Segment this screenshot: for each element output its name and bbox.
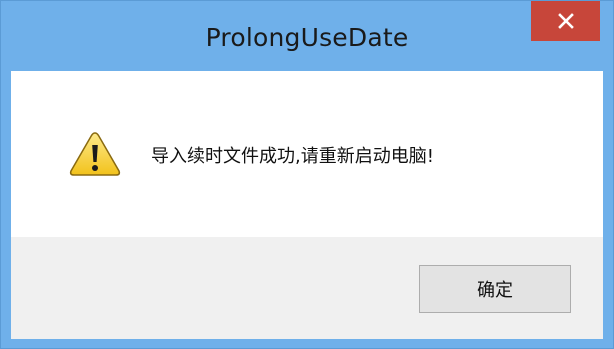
dialog-content: 导入续时文件成功,请重新启动电脑! 确定: [11, 71, 603, 339]
dialog-window: ProlongUseDate 导入续时文件成功,请重新启动电脑! 确定: [0, 0, 614, 349]
message-text: 导入续时文件成功,请重新启动电脑!: [151, 146, 434, 167]
ok-button[interactable]: 确定: [419, 265, 571, 313]
window-title: ProlongUseDate: [205, 23, 409, 52]
button-area: 确定: [11, 237, 603, 339]
message-area: 导入续时文件成功,请重新启动电脑!: [11, 71, 603, 237]
warning-icon: [69, 132, 121, 176]
title-bar[interactable]: ProlongUseDate: [1, 1, 613, 71]
close-button[interactable]: [531, 1, 600, 41]
close-icon: [557, 13, 574, 29]
